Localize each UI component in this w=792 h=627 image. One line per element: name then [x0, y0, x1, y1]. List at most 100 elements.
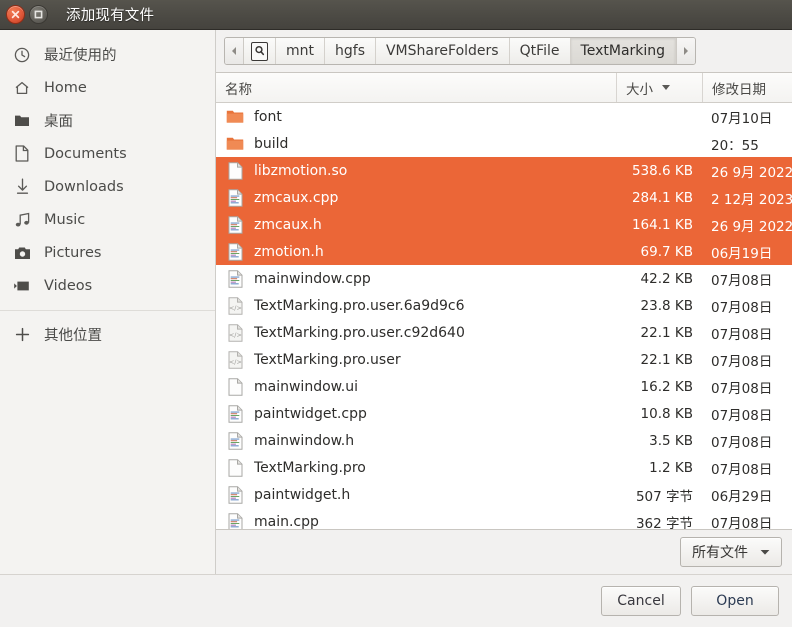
- file-icon: [225, 512, 245, 529]
- file-size: 538.6 KB: [631, 162, 693, 179]
- file-row[interactable]: mainwindow.ui 16.2 KB 07月08日: [216, 373, 792, 400]
- open-button[interactable]: Open: [691, 586, 779, 616]
- file-modified-date: 20：55: [711, 137, 759, 154]
- file-row-name-cell: main.cpp: [216, 512, 616, 529]
- file-row-name-cell: paintwidget.h: [216, 485, 616, 505]
- column-header-size[interactable]: 大小: [616, 73, 702, 102]
- title-bar: 添加现有文件: [0, 0, 792, 30]
- file-modified-date: 07月08日: [711, 434, 773, 451]
- file-row[interactable]: font 07月10日: [216, 103, 792, 130]
- file-row[interactable]: mainwindow.h 3.5 KB 07月08日: [216, 427, 792, 454]
- file-row[interactable]: zmcaux.cpp 284.1 KB 2 12月 2023: [216, 184, 792, 211]
- file-modified-date: 07月08日: [711, 326, 773, 343]
- sidebar-item-documents[interactable]: Documents: [0, 137, 215, 170]
- file-name: mainwindow.cpp: [254, 270, 371, 287]
- file-size: 22.1 KB: [640, 324, 693, 341]
- file-name: font: [254, 108, 282, 125]
- file-row-name-cell: paintwidget.cpp: [216, 404, 616, 424]
- file-name: libzmotion.so: [254, 162, 348, 179]
- column-header-date[interactable]: 修改日期: [702, 73, 792, 102]
- file-size: 22.1 KB: [640, 351, 693, 368]
- file-size: 3.5 KB: [649, 432, 693, 449]
- breadcrumb-item-hgfs[interactable]: hgfs: [325, 38, 376, 64]
- file-chooser-dialog: 添加现有文件 最近使用的 Home 桌面 Documents Downloads…: [0, 0, 792, 627]
- sidebar-item-videos[interactable]: Videos: [0, 269, 215, 302]
- breadcrumb-item-textmarking[interactable]: TextMarking: [570, 38, 677, 64]
- file-row[interactable]: </> TextMarking.pro.user 22.1 KB 07月08日: [216, 346, 792, 373]
- cancel-button[interactable]: Cancel: [601, 586, 681, 616]
- file-row-name-cell: </> TextMarking.pro.user: [216, 350, 616, 370]
- sidebar-divider: [0, 310, 215, 311]
- chevron-left-icon[interactable]: [225, 38, 244, 64]
- file-icon: </>: [225, 323, 245, 343]
- file-row[interactable]: TextMarking.pro 1.2 KB 07月08日: [216, 454, 792, 481]
- file-icon: [225, 269, 245, 289]
- file-list-header: 名称 大小 修改日期: [216, 73, 792, 103]
- file-list-rows: font 07月10日 build 20：55 libzmotion.so 538.6 K…: [216, 103, 792, 529]
- clock-icon: [11, 45, 33, 65]
- breadcrumb-item-qtfile[interactable]: QtFile: [509, 38, 571, 64]
- file-name: zmotion.h: [254, 243, 324, 260]
- sidebar-item-label: Home: [44, 79, 87, 96]
- breadcrumb-item-vmsharefolders[interactable]: VMShareFolders: [375, 38, 510, 64]
- file-row[interactable]: zmcaux.h 164.1 KB 26 9月 2022: [216, 211, 792, 238]
- file-row[interactable]: zmotion.h 69.7 KB 06月19日: [216, 238, 792, 265]
- sidebar-item-label: Music: [44, 211, 86, 228]
- file-size: 507 字节: [635, 488, 693, 505]
- file-name: TextMarking.pro.user: [254, 351, 401, 368]
- file-row[interactable]: build 20：55: [216, 130, 792, 157]
- column-header-date-label: 修改日期: [712, 81, 766, 98]
- file-row[interactable]: mainwindow.cpp 42.2 KB 07月08日: [216, 265, 792, 292]
- sidebar-item-downloads[interactable]: Downloads: [0, 170, 215, 203]
- file-size: 164.1 KB: [631, 216, 693, 233]
- sidebar-item-other-locations[interactable]: 其他位置: [0, 318, 215, 351]
- sidebar-item-recent[interactable]: 最近使用的: [0, 38, 215, 71]
- file-size: 16.2 KB: [640, 378, 693, 395]
- file-type-filter-dropdown[interactable]: 所有文件: [680, 537, 782, 567]
- sidebar-item-pictures[interactable]: Pictures: [0, 236, 215, 269]
- breadcrumb-root-filesystem[interactable]: [244, 38, 276, 64]
- folder-icon: [225, 107, 245, 127]
- sidebar-item-desktop[interactable]: 桌面: [0, 104, 215, 137]
- file-row-name-cell: zmotion.h: [216, 242, 616, 262]
- file-modified-date: 2 12月 2023: [711, 191, 792, 208]
- file-row[interactable]: libzmotion.so 538.6 KB 26 9月 2022: [216, 157, 792, 184]
- file-size: 10.8 KB: [640, 405, 693, 422]
- file-icon: [225, 242, 245, 262]
- file-row[interactable]: main.cpp 362 字节 07月08日: [216, 508, 792, 529]
- sidebar-item-home[interactable]: Home: [0, 71, 215, 104]
- file-modified-date: 06月29日: [711, 488, 773, 505]
- file-row-name-cell: font: [216, 107, 616, 127]
- file-row-name-cell: mainwindow.cpp: [216, 269, 616, 289]
- music-note-icon: [11, 210, 33, 230]
- file-modified-date: 26 9月 2022: [711, 218, 792, 235]
- file-modified-date: 07月08日: [711, 272, 773, 289]
- file-icon: [225, 458, 245, 478]
- close-icon[interactable]: [6, 5, 25, 24]
- file-name: mainwindow.ui: [254, 378, 359, 395]
- sidebar-item-label: Documents: [44, 145, 127, 162]
- chevron-right-icon[interactable]: [676, 38, 696, 64]
- file-row[interactable]: paintwidget.h 507 字节 06月29日: [216, 481, 792, 508]
- file-size: 69.7 KB: [640, 243, 693, 260]
- sidebar-item-music[interactable]: Music: [0, 203, 215, 236]
- breadcrumb-item-mnt[interactable]: mnt: [276, 38, 325, 64]
- file-row[interactable]: paintwidget.cpp 10.8 KB 07月08日: [216, 400, 792, 427]
- file-name: TextMarking.pro.user.6a9d9c6: [254, 297, 465, 314]
- sidebar-item-label: 其他位置: [44, 328, 102, 344]
- sidebar-item-label: Videos: [44, 277, 93, 294]
- file-name: TextMarking.pro.user.c92d640: [254, 324, 465, 341]
- file-modified-date: 07月08日: [711, 353, 773, 370]
- column-header-name[interactable]: 名称: [216, 73, 616, 102]
- file-row-name-cell: libzmotion.so: [216, 161, 616, 181]
- file-list: 名称 大小 修改日期 font 07月10日 build 20：55 libzmotio…: [216, 72, 792, 530]
- chevron-down-icon: [760, 544, 770, 560]
- file-name: zmcaux.h: [254, 216, 322, 233]
- download-icon: [11, 177, 33, 197]
- file-icon: </>: [225, 296, 245, 316]
- file-icon: [225, 188, 245, 208]
- file-row[interactable]: </> TextMarking.pro.user.c92d640 22.1 KB 07…: [216, 319, 792, 346]
- maximize-icon[interactable]: [29, 5, 48, 24]
- file-row[interactable]: </> TextMarking.pro.user.6a9d9c6 23.8 KB 07…: [216, 292, 792, 319]
- filesystem-disk-icon: [251, 41, 268, 61]
